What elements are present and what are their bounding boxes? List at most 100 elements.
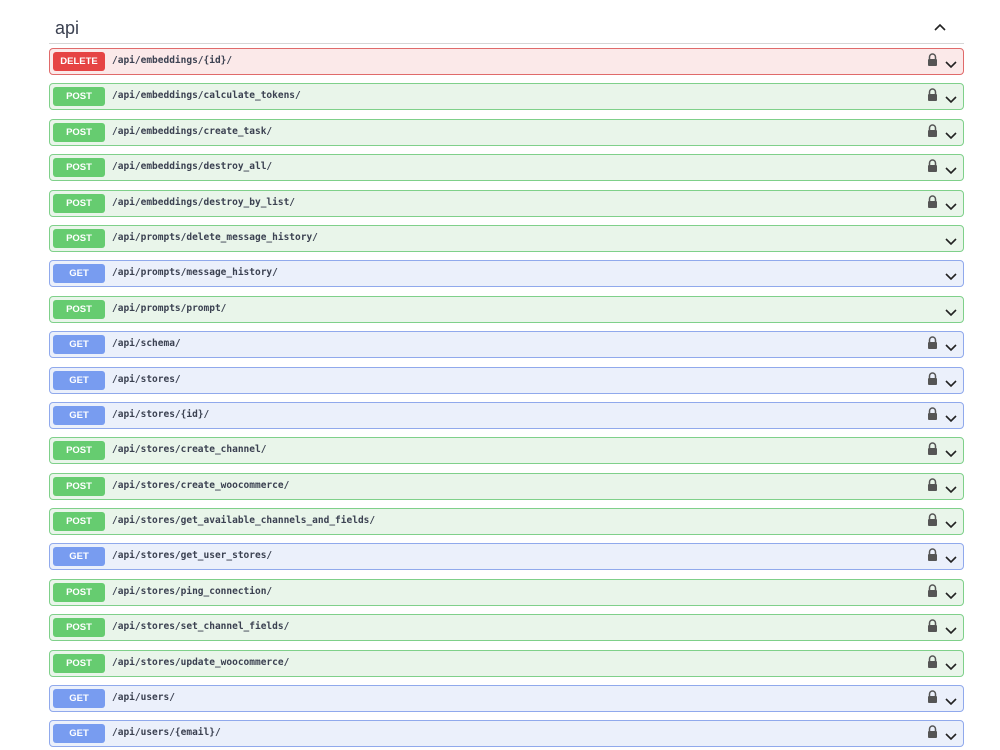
operation-path: /api/stores/ping_connection/ xyxy=(112,585,273,597)
lock-icon[interactable] xyxy=(927,88,938,102)
lock-icon[interactable] xyxy=(927,371,938,386)
chevron-down-icon[interactable] xyxy=(944,56,958,69)
lock-icon[interactable] xyxy=(927,442,938,456)
operation-path: /api/users/ xyxy=(112,692,175,704)
operation-row[interactable]: POST/api/stores/get_available_channels_a… xyxy=(49,508,964,536)
operation-row[interactable]: GET/api/stores/get_user_stores/ xyxy=(49,543,964,571)
method-badge: GET xyxy=(53,264,105,284)
chevron-down-icon[interactable] xyxy=(944,162,958,175)
chevron-down-icon[interactable] xyxy=(944,516,958,529)
method-badge: GET xyxy=(53,547,105,567)
operation-path: /api/embeddings/calculate_tokens/ xyxy=(112,90,301,102)
operation-row[interactable]: POST/api/embeddings/create_task/ xyxy=(49,118,964,146)
operation-row[interactable]: POST/api/embeddings/destroy_all/ xyxy=(49,154,964,182)
chevron-down-icon[interactable] xyxy=(944,198,958,210)
lock-icon[interactable] xyxy=(927,124,938,138)
operation-path: /api/embeddings/{id}/ xyxy=(112,55,233,66)
chevron-down-icon[interactable] xyxy=(944,233,958,246)
operation-path: /api/stores/update_woocommerce/ xyxy=(112,656,290,668)
lock-icon[interactable] xyxy=(927,478,938,492)
operation-path: /api/stores/create_woocommerce/ xyxy=(112,479,290,491)
chevron-down-icon[interactable] xyxy=(944,268,958,281)
lock-icon[interactable] xyxy=(927,584,938,598)
operation-row[interactable]: POST/api/embeddings/destroy_by_list/ xyxy=(49,189,964,217)
operation-path: /api/prompts/delete_message_history/ xyxy=(112,231,318,243)
operation-path: /api/stores/get_user_stores/ xyxy=(112,550,273,562)
operation-path: /api/stores/ xyxy=(112,373,181,385)
method-badge: GET xyxy=(53,370,105,390)
operation-path: /api/embeddings/destroy_by_list/ xyxy=(112,196,296,208)
method-badge: POST xyxy=(53,122,105,142)
lock-icon[interactable] xyxy=(927,336,938,350)
operation-row[interactable]: GET/api/users/{email}/ xyxy=(49,720,964,748)
method-badge: POST xyxy=(53,582,105,602)
method-badge: POST xyxy=(53,193,105,213)
operation-path: /api/embeddings/destroy_all/ xyxy=(112,161,273,173)
operations-list: DELETE/api/embeddings/{id}/ POST/api/embe… xyxy=(49,48,964,750)
operation-row[interactable]: POST/api/embeddings/calculate_tokens/ xyxy=(49,83,964,111)
tag-section-header[interactable]: api xyxy=(49,8,964,44)
operation-row[interactable]: POST/api/stores/create_woocommerce/ xyxy=(49,472,964,500)
operation-row[interactable]: GET/api/users/ xyxy=(49,685,964,713)
swagger-page: api DELETE/api/embeddings/{id}/ POST/api/… xyxy=(0,0,1000,750)
operation-row[interactable]: GET/api/schema/ xyxy=(49,331,964,359)
chevron-down-icon[interactable] xyxy=(944,445,958,458)
operation-row[interactable]: POST/api/stores/ping_connection/ xyxy=(49,578,964,606)
operation-row[interactable]: POST/api/stores/create_channel/ xyxy=(49,437,964,465)
chevron-down-icon[interactable] xyxy=(944,728,958,741)
method-badge: GET xyxy=(53,405,105,425)
operation-row[interactable]: POST/api/stores/set_channel_fields/ xyxy=(49,614,964,642)
lock-icon[interactable] xyxy=(927,619,938,633)
chevron-down-icon[interactable] xyxy=(944,127,958,139)
chevron-down-icon[interactable] xyxy=(944,622,958,635)
chevron-down-icon[interactable] xyxy=(944,587,958,599)
operation-path: /api/stores/create_channel/ xyxy=(112,444,267,456)
tag-title: api xyxy=(55,18,80,38)
chevron-down-icon[interactable] xyxy=(944,304,958,316)
method-badge: POST xyxy=(53,228,105,248)
method-badge: POST xyxy=(53,512,105,532)
operation-path: /api/users/{email}/ xyxy=(112,727,221,739)
lock-icon[interactable] xyxy=(927,690,938,704)
operation-path: /api/stores/set_channel_fields/ xyxy=(112,621,290,633)
method-badge: DELETE xyxy=(53,52,105,71)
lock-icon[interactable] xyxy=(927,725,938,739)
lock-icon[interactable] xyxy=(927,53,938,67)
method-badge: POST xyxy=(53,158,105,178)
lock-icon[interactable] xyxy=(927,654,938,669)
method-badge: POST xyxy=(53,618,105,638)
lock-icon[interactable] xyxy=(927,513,938,527)
operation-row[interactable]: GET/api/stores/{id}/ xyxy=(49,401,964,429)
method-badge: POST xyxy=(53,87,105,107)
operation-row[interactable]: GET/api/prompts/message_history/ xyxy=(49,260,964,288)
method-badge: GET xyxy=(53,724,105,744)
operation-path: /api/stores/get_available_channels_and_f… xyxy=(112,515,376,527)
operation-row[interactable]: GET/api/stores/ xyxy=(49,366,964,394)
chevron-down-icon[interactable] xyxy=(944,551,958,564)
method-badge: POST xyxy=(53,653,105,673)
method-badge: GET xyxy=(53,335,105,355)
method-badge: POST xyxy=(53,476,105,496)
method-badge: POST xyxy=(53,299,105,319)
chevron-down-icon[interactable] xyxy=(944,91,958,104)
operation-path: /api/schema/ xyxy=(112,338,181,350)
chevron-down-icon[interactable] xyxy=(944,481,958,493)
chevron-up-icon[interactable] xyxy=(933,22,947,32)
chevron-down-icon[interactable] xyxy=(944,658,958,670)
operation-row[interactable]: POST/api/stores/update_woocommerce/ xyxy=(49,649,964,677)
lock-icon[interactable] xyxy=(927,548,938,562)
lock-icon[interactable] xyxy=(927,194,938,209)
operation-path: /api/stores/{id}/ xyxy=(112,408,210,420)
operation-path: /api/prompts/message_history/ xyxy=(112,267,278,279)
chevron-down-icon[interactable] xyxy=(944,693,958,706)
lock-icon[interactable] xyxy=(927,159,938,173)
operation-row[interactable]: DELETE/api/embeddings/{id}/ xyxy=(49,48,964,75)
method-badge: GET xyxy=(53,689,105,709)
operation-path: /api/embeddings/create_task/ xyxy=(112,125,273,137)
chevron-down-icon[interactable] xyxy=(944,375,958,387)
operation-row[interactable]: POST/api/prompts/prompt/ xyxy=(49,295,964,323)
lock-icon[interactable] xyxy=(927,407,938,421)
operation-row[interactable]: POST/api/prompts/delete_message_history/ xyxy=(49,224,964,252)
chevron-down-icon[interactable] xyxy=(944,339,958,352)
chevron-down-icon[interactable] xyxy=(944,410,958,423)
